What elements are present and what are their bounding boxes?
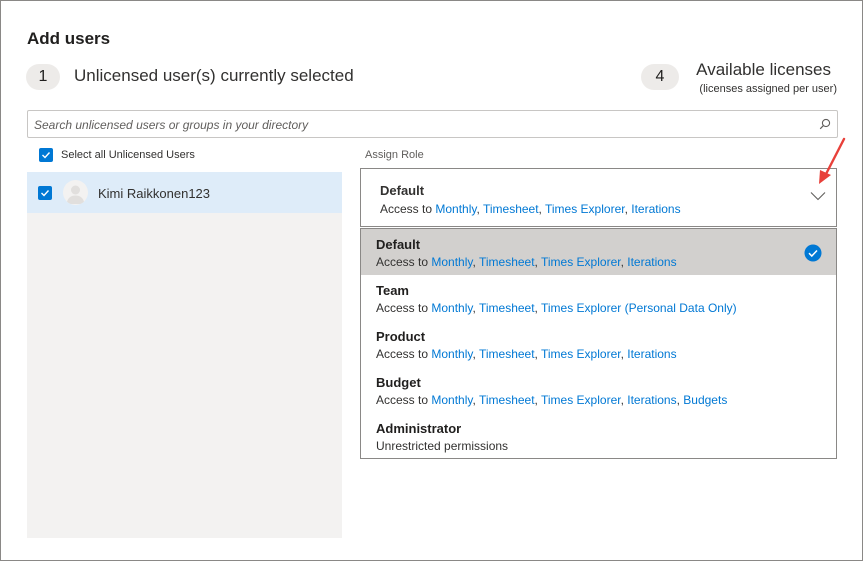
access-item: Monthly — [431, 393, 473, 407]
access-item: Timesheet — [478, 301, 535, 315]
access-prefix: Access to — [376, 301, 429, 315]
chevron-down-icon[interactable] — [810, 191, 826, 201]
access-item: Monthly — [431, 347, 473, 361]
select-all-checkbox[interactable] — [39, 148, 53, 162]
role-option-default[interactable]: Default Access to Monthly, Timesheet, Ti… — [361, 229, 836, 275]
access-item: Iterations — [627, 255, 677, 269]
role-option-description: Unrestricted permissions — [376, 439, 508, 453]
user-name: Kimi Raikkonen123 — [98, 186, 211, 201]
search-icon[interactable] — [819, 118, 831, 130]
role-option-description: Access to Monthly, Timesheet, Times Expl… — [376, 393, 728, 407]
checkmark-circle-icon — [804, 244, 822, 262]
selected-count-badge: 1 — [26, 64, 60, 90]
search-box[interactable] — [27, 110, 838, 138]
access-item: Iterations — [627, 393, 677, 407]
role-option-description: Access to Monthly, Timesheet, Times Expl… — [376, 301, 737, 315]
access-prefix: Access to — [376, 255, 429, 269]
access-item: Times Explorer — [541, 393, 621, 407]
checkmark-icon — [42, 152, 51, 159]
role-option-name: Default — [376, 237, 421, 252]
search-input[interactable] — [34, 117, 804, 133]
role-option-administrator[interactable]: Administrator Unrestricted permissions — [361, 413, 836, 459]
avatar — [63, 180, 88, 205]
role-option-name: Product — [376, 329, 426, 344]
person-icon — [66, 185, 85, 204]
access-item: Iterations — [631, 202, 681, 216]
access-item: Monthly — [431, 255, 473, 269]
dialog-title: Add users — [27, 29, 111, 48]
annotation-arrow-icon — [819, 137, 846, 184]
dropdown-role-description: Access to Monthly, Timesheet, Times Expl… — [380, 202, 681, 216]
access-item: Timesheet — [478, 347, 535, 361]
role-option-name: Budget — [376, 375, 421, 390]
role-option-name: Administrator — [376, 421, 462, 436]
access-item: Timesheet — [478, 255, 535, 269]
user-list-panel: Kimi Raikkonen123 — [27, 172, 342, 538]
select-all-label: Select all Unlicensed Users — [61, 149, 195, 161]
access-prefix: Access to — [376, 347, 429, 361]
dropdown-selected-role: Default — [380, 183, 425, 198]
access-item: Timesheet — [482, 202, 539, 216]
access-item: Times Explorer — [541, 347, 621, 361]
access-prefix: Access to — [376, 393, 429, 407]
assign-role-label: Assign Role — [365, 149, 424, 161]
access-item: Timesheet — [478, 393, 535, 407]
role-option-description: Access to Monthly, Timesheet, Times Expl… — [376, 255, 677, 269]
user-row[interactable]: Kimi Raikkonen123 — [27, 172, 342, 213]
access-item: Times Explorer — [545, 202, 625, 216]
user-checkbox[interactable] — [38, 186, 52, 200]
access-item: Monthly — [431, 301, 473, 315]
access-item: Times Explorer (Personal Data Only) — [541, 301, 737, 315]
role-option-budget[interactable]: Budget Access to Monthly, Timesheet, Tim… — [361, 367, 836, 413]
licenses-sublabel: (licenses assigned per user) — [699, 83, 837, 95]
access-item: Monthly — [435, 202, 477, 216]
license-count-badge: 4 — [641, 64, 679, 90]
role-option-name: Team — [376, 283, 409, 298]
access-prefix: Access to — [380, 202, 433, 216]
access-prefix: Unrestricted permissions — [376, 439, 509, 453]
access-item: Iterations — [627, 347, 677, 361]
role-dropdown[interactable]: Default Access to Monthly, Timesheet, Ti… — [360, 168, 837, 227]
role-option-product[interactable]: Product Access to Monthly, Timesheet, Ti… — [361, 321, 836, 367]
access-item: Times Explorer — [541, 255, 621, 269]
selected-users-label: Unlicensed user(s) currently selected — [74, 66, 354, 85]
checkmark-icon — [41, 190, 50, 197]
access-item: Budgets — [683, 393, 728, 407]
role-option-description: Access to Monthly, Timesheet, Times Expl… — [376, 347, 677, 361]
available-licenses-label: Available licenses — [696, 60, 831, 79]
role-options-list: Default Access to Monthly, Timesheet, Ti… — [360, 228, 837, 459]
role-option-team[interactable]: Team Access to Monthly, Timesheet, Times… — [361, 275, 836, 321]
